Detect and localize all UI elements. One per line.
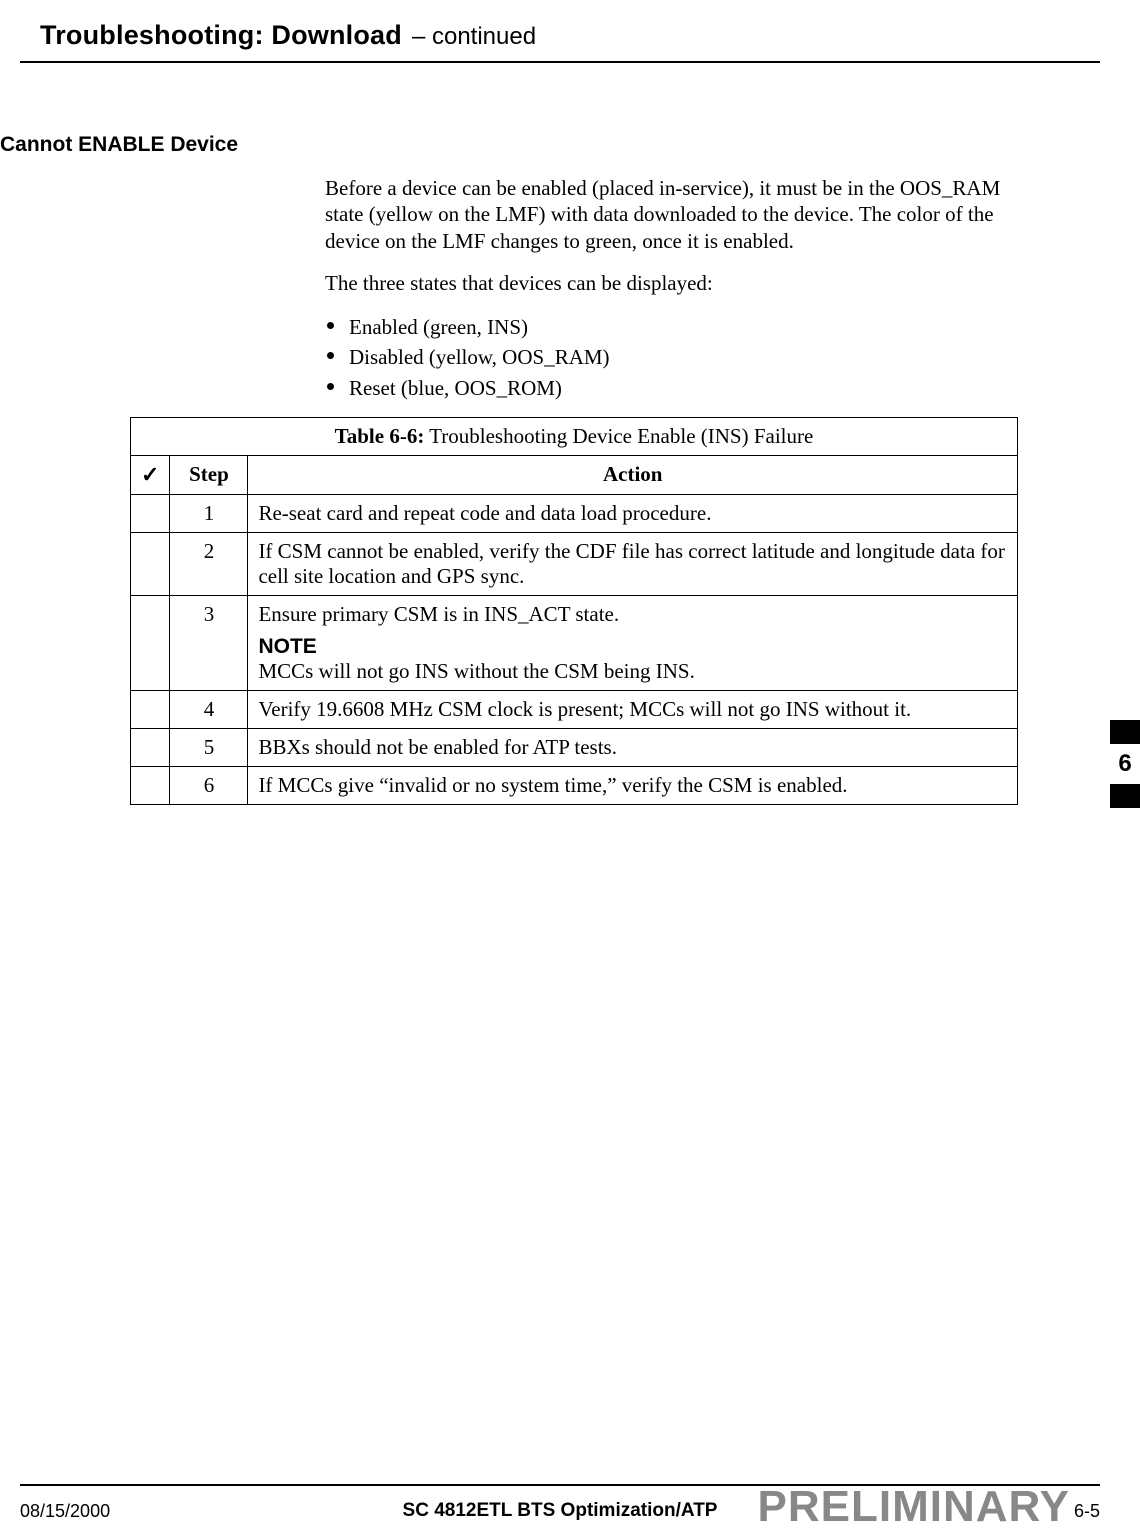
cell-action: Verify 19.6608 MHz CSM clock is present;… xyxy=(248,691,1018,729)
table-header-row: ✓ Step Action xyxy=(131,456,1018,495)
cell-step: 2 xyxy=(170,533,248,596)
col-check: ✓ xyxy=(131,456,170,495)
footer-rule xyxy=(20,1484,1100,1486)
note-label: NOTE xyxy=(258,635,1007,659)
footer-page-number: 6-5 xyxy=(1074,1501,1100,1522)
note-body: MCCs will not go INS without the CSM bei… xyxy=(258,659,694,683)
page-title-line: Troubleshooting: Download – continued xyxy=(20,0,1100,63)
cell-step: 1 xyxy=(170,495,248,533)
cell-check xyxy=(131,533,170,596)
side-tab-bar-bottom xyxy=(1110,784,1140,808)
table-title-rest: Troubleshooting Device Enable (INS) Fail… xyxy=(424,424,813,448)
table-row: 5 BBXs should not be enabled for ATP tes… xyxy=(131,729,1018,767)
cell-step: 6 xyxy=(170,767,248,805)
table-row: 4 Verify 19.6608 MHz CSM clock is presen… xyxy=(131,691,1018,729)
cell-check xyxy=(131,729,170,767)
cell-action: BBXs should not be enabled for ATP tests… xyxy=(248,729,1018,767)
cell-action: Ensure primary CSM is in INS_ACT state. … xyxy=(248,596,1018,691)
table-title-bold: Table 6-6: xyxy=(335,424,425,448)
section-heading: Cannot ENABLE Device xyxy=(0,133,1140,157)
cell-action-text: Ensure primary CSM is in INS_ACT state. xyxy=(258,602,619,626)
col-action: Action xyxy=(248,456,1018,495)
table-title: Table 6-6: Troubleshooting Device Enable… xyxy=(131,418,1018,456)
table-row: 2 If CSM cannot be enabled, verify the C… xyxy=(131,533,1018,596)
footer-center: SC 4812ETL BTS Optimization/ATP xyxy=(20,1500,1100,1522)
cell-action: If MCCs give “invalid or no system time,… xyxy=(248,767,1018,805)
cell-check xyxy=(131,495,170,533)
table-row: 6 If MCCs give “invalid or no system tim… xyxy=(131,767,1018,805)
side-tab-bar-top xyxy=(1110,720,1140,744)
table-title-row: Table 6-6: Troubleshooting Device Enable… xyxy=(131,418,1018,456)
body-column: Before a device can be enabled (placed i… xyxy=(325,175,1015,403)
side-tab-number: 6 xyxy=(1110,744,1140,784)
cell-check xyxy=(131,767,170,805)
list-item: Reset (blue, OOS_ROM) xyxy=(325,373,1015,403)
cell-check xyxy=(131,691,170,729)
col-step: Step xyxy=(170,456,248,495)
list-item: Enabled (green, INS) xyxy=(325,312,1015,342)
page-title-suffix: – continued xyxy=(412,23,536,51)
chapter-side-tab: 6 xyxy=(1110,720,1140,808)
state-bullet-list: Enabled (green, INS) Disabled (yellow, O… xyxy=(325,312,1015,403)
page-footer: 08/15/2000 SC 4812ETL BTS Optimization/A… xyxy=(20,1492,1100,1522)
cell-step: 4 xyxy=(170,691,248,729)
list-item: Disabled (yellow, OOS_RAM) xyxy=(325,342,1015,372)
table: Table 6-6: Troubleshooting Device Enable… xyxy=(130,417,1018,805)
page-title-main: Troubleshooting: Download xyxy=(40,20,402,51)
cell-action: If CSM cannot be enabled, verify the CDF… xyxy=(248,533,1018,596)
troubleshooting-table: Table 6-6: Troubleshooting Device Enable… xyxy=(130,417,1018,805)
intro-paragraph-1: Before a device can be enabled (placed i… xyxy=(325,175,1015,254)
cell-step: 3 xyxy=(170,596,248,691)
cell-action: Re-seat card and repeat code and data lo… xyxy=(248,495,1018,533)
page: Troubleshooting: Download – continued Ca… xyxy=(0,0,1140,1540)
cell-step: 5 xyxy=(170,729,248,767)
cell-check xyxy=(131,596,170,691)
table-row: 1 Re-seat card and repeat code and data … xyxy=(131,495,1018,533)
table-row: 3 Ensure primary CSM is in INS_ACT state… xyxy=(131,596,1018,691)
intro-paragraph-2: The three states that devices can be dis… xyxy=(325,270,1015,296)
